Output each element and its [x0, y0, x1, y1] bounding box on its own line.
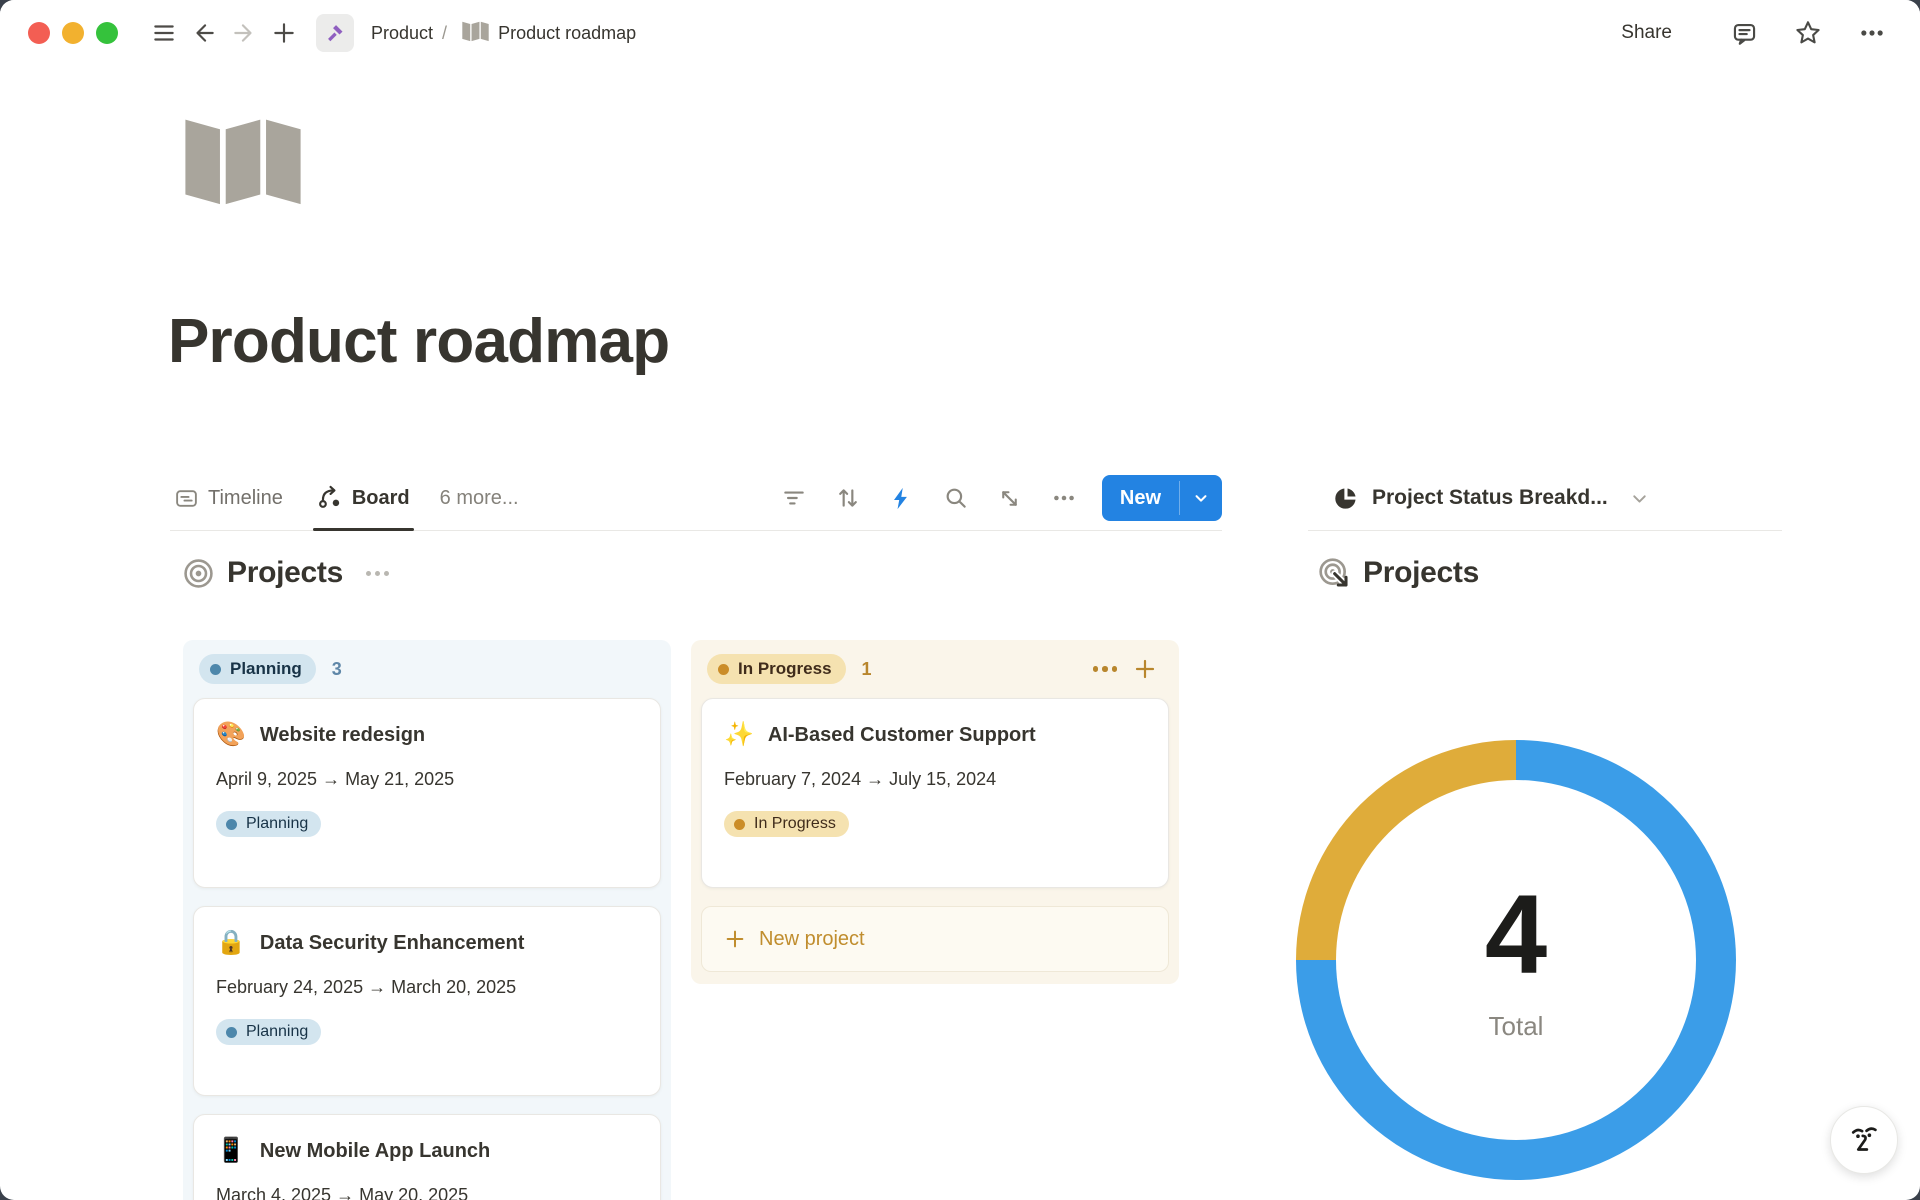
column-count: 3	[332, 659, 342, 680]
status-dot	[718, 664, 729, 675]
project-dates: April 9, 2025 → May 21, 2025	[216, 769, 638, 790]
map-icon	[462, 20, 489, 47]
palette-emoji-icon: 🎨	[216, 723, 246, 747]
new-button-caret-icon[interactable]	[1180, 475, 1222, 521]
view-bar: Timeline Board 6 more...	[170, 466, 1222, 531]
project-dates: February 24, 2025 → March 20, 2025	[216, 977, 638, 998]
section-more-icon[interactable]	[366, 571, 389, 576]
new-button-label[interactable]: New	[1102, 475, 1179, 521]
favorite-star-icon[interactable]	[1788, 13, 1828, 53]
board-section-title: Projects	[227, 556, 343, 590]
tab-board[interactable]: Board	[313, 466, 414, 530]
kanban-board: Planning 3 🎨 Website redesign April 9, 2…	[183, 640, 1179, 1200]
topbar-actions: Share	[1621, 13, 1892, 53]
share-button[interactable]: Share	[1621, 22, 1672, 44]
new-project-button[interactable]: New project	[701, 906, 1169, 972]
page-title[interactable]: Product roadmap	[168, 306, 669, 377]
board-section-heading[interactable]: Projects	[183, 556, 389, 590]
back-icon[interactable]	[184, 13, 224, 53]
project-dates: February 7, 2024 → July 15, 2024	[724, 769, 1146, 790]
sparkles-emoji-icon: ✨	[724, 723, 754, 747]
window-controls	[28, 22, 118, 44]
search-icon[interactable]	[936, 478, 976, 518]
filter-icon[interactable]	[774, 478, 814, 518]
mobile-phone-emoji-icon: 📱	[216, 1139, 246, 1163]
card-status-pill: Planning	[216, 1019, 321, 1045]
close-window-button[interactable]	[28, 22, 50, 44]
comments-icon[interactable]	[1724, 13, 1764, 53]
project-card[interactable]: 🔒 Data Security Enhancement February 24,…	[193, 906, 661, 1096]
donut-total-label: Total	[1489, 1011, 1544, 1042]
status-label: Planning	[246, 815, 308, 833]
new-record-button[interactable]: New	[1102, 475, 1222, 521]
view-more-icon[interactable]	[1044, 478, 1084, 518]
status-label: Planning	[230, 659, 302, 679]
status-dot	[734, 819, 745, 830]
tab-label: Board	[352, 487, 410, 510]
more-options-icon[interactable]	[1852, 13, 1892, 53]
lock-emoji-icon: 🔒	[216, 931, 246, 955]
forward-icon[interactable]	[224, 13, 264, 53]
status-dot	[226, 819, 237, 830]
automation-bolt-icon[interactable]	[882, 478, 922, 518]
project-title: Data Security Enhancement	[260, 932, 525, 955]
project-title: Website redesign	[260, 724, 425, 747]
pie-chart-icon	[1332, 485, 1359, 512]
status-dot	[226, 1027, 237, 1038]
column-more-icon[interactable]	[1093, 666, 1118, 672]
expand-icon[interactable]	[990, 478, 1030, 518]
target-icon	[183, 558, 214, 589]
breadcrumb-parent[interactable]: Product	[371, 23, 433, 44]
app-window: Product / Product roadmap Share Product …	[0, 0, 1920, 1200]
chart-source-heading[interactable]: Projects	[1318, 556, 1479, 590]
status-pill-in-progress[interactable]: In Progress	[707, 654, 846, 684]
zoom-window-button[interactable]	[96, 22, 118, 44]
tab-more[interactable]: 6 more...	[440, 487, 519, 510]
breadcrumb-separator: /	[442, 23, 447, 44]
column-in-progress: In Progress 1 ✨ AI-Based Customer Suppor…	[691, 640, 1179, 984]
card-status-pill: Planning	[216, 811, 321, 837]
project-card[interactable]: 📱 New Mobile App Launch March 4, 2025 → …	[193, 1114, 661, 1200]
project-title: New Mobile App Launch	[260, 1140, 490, 1163]
status-pill-planning[interactable]: Planning	[199, 654, 316, 684]
chart-selector-label: Project Status Breakd...	[1372, 486, 1608, 510]
status-label: Planning	[246, 1023, 308, 1041]
page-map-icon[interactable]	[181, 112, 305, 208]
column-header: In Progress 1	[701, 652, 1169, 698]
column-count: 1	[862, 659, 872, 680]
sort-icon[interactable]	[828, 478, 868, 518]
breadcrumb: Product / Product roadmap	[304, 14, 636, 52]
ai-face-icon	[1845, 1121, 1883, 1159]
status-label: In Progress	[738, 659, 832, 679]
plus-icon	[724, 928, 746, 950]
column-planning: Planning 3 🎨 Website redesign April 9, 2…	[183, 640, 671, 1200]
tab-label: Timeline	[208, 487, 283, 510]
breadcrumb-current[interactable]: Product roadmap	[498, 23, 636, 44]
donut-total-value: 4	[1485, 879, 1547, 991]
project-dates: March 4, 2025 → May 20, 2025	[216, 1185, 638, 1200]
teamspace-hammer-icon[interactable]	[316, 14, 354, 52]
project-card[interactable]: 🎨 Website redesign April 9, 2025 → May 2…	[193, 698, 661, 888]
chart-section-title: Projects	[1363, 556, 1479, 590]
target-link-icon	[1318, 557, 1350, 589]
sidebar-menu-icon[interactable]	[144, 13, 184, 53]
status-label: In Progress	[754, 815, 836, 833]
new-page-icon[interactable]	[264, 13, 304, 53]
chart-selector[interactable]: Project Status Breakd...	[1308, 466, 1782, 531]
column-add-icon[interactable]	[1133, 657, 1157, 681]
donut-center: 4 Total	[1336, 780, 1696, 1140]
status-donut-chart: 4 Total	[1296, 740, 1736, 1180]
notion-ai-face-button[interactable]	[1830, 1106, 1898, 1174]
card-status-pill: In Progress	[724, 811, 849, 837]
new-project-label: New project	[759, 928, 865, 951]
view-toolbar	[774, 478, 1084, 518]
status-dot	[210, 664, 221, 675]
chevron-down-icon	[1629, 488, 1650, 509]
tab-timeline[interactable]: Timeline	[170, 466, 287, 530]
column-header: Planning 3	[193, 652, 661, 698]
project-title: AI-Based Customer Support	[768, 724, 1036, 747]
minimize-window-button[interactable]	[62, 22, 84, 44]
project-card[interactable]: ✨ AI-Based Customer Support February 7, …	[701, 698, 1169, 888]
topbar: Product / Product roadmap Share	[0, 0, 1920, 66]
